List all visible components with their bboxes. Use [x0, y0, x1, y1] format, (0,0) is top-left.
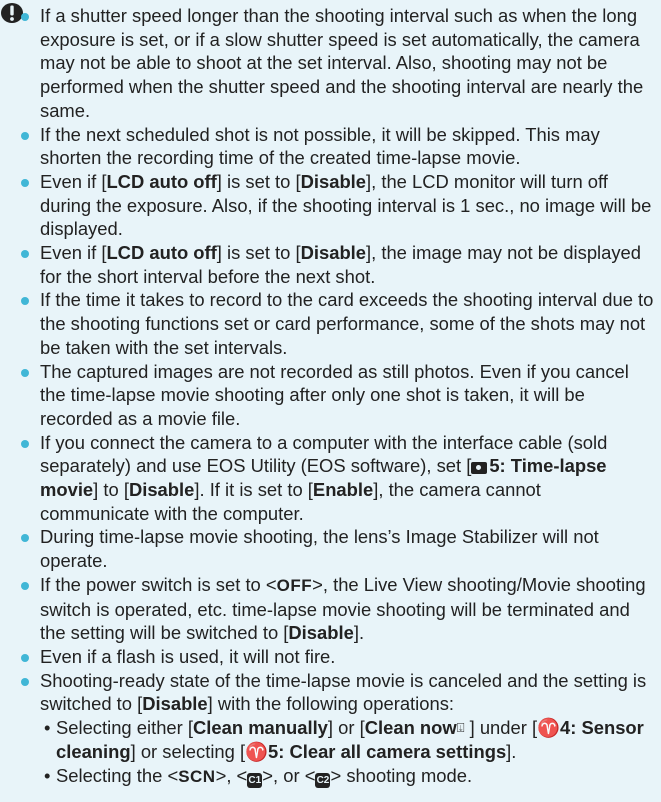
- bullet-dot: [21, 297, 29, 306]
- bullet-dot: [21, 13, 29, 21]
- menu-setting-name: LCD auto off: [106, 170, 217, 192]
- custom-mode-1-icon: C1: [247, 772, 263, 788]
- sub-item: • Selecting either [Clean manually] or [C…: [44, 717, 644, 762]
- sub-bullet: •: [44, 764, 51, 786]
- menu-setting-value: Disable: [142, 693, 208, 715]
- custom-mode-2-icon: C2: [315, 772, 331, 788]
- note-item: Shooting-ready state of the time-lapse m…: [18, 669, 654, 789]
- menu-setting-name: 5: Clear all camera settings: [268, 740, 507, 762]
- bullet-dot: [21, 368, 29, 377]
- note-item: If a shutter speed longer than the shoot…: [18, 4, 654, 123]
- note-item: Even if [LCD auto off] is set to [Disabl…: [18, 241, 654, 288]
- sub-list: • Selecting either [Clean manually] or [C…: [40, 716, 654, 788]
- note-item: If the next scheduled shot is not possib…: [18, 123, 654, 170]
- note-item: If the power switch is set to <OFF>, the…: [18, 573, 654, 645]
- menu-setting-value: Disable: [128, 479, 195, 501]
- sub-bullet: •: [44, 717, 51, 739]
- menu-setting-value: Disable: [300, 242, 367, 264]
- note-item: During time-lapse movie shooting, the le…: [18, 525, 654, 572]
- bullet-dot: [21, 677, 29, 686]
- note-item: Even if a flash is used, it will not fir…: [18, 645, 654, 669]
- bullet-dot: [21, 653, 29, 662]
- power-off-glyph: OFF: [276, 575, 313, 595]
- bullet-dot: [21, 581, 29, 590]
- note-item: The captured images are not recorded as …: [18, 360, 654, 431]
- bullet-dot: [21, 439, 29, 448]
- camera-icon: [471, 462, 488, 475]
- bullet-dot: [21, 250, 29, 259]
- note-item: If you connect the camera to a computer …: [18, 431, 654, 526]
- menu-setting-value: Disable: [300, 170, 367, 192]
- menu-option: Clean now: [364, 717, 457, 739]
- menu-setting-value: Disable: [288, 622, 354, 644]
- wrench-icon: ♈: [245, 740, 268, 762]
- menu-setting-name: LCD auto off: [106, 242, 217, 264]
- bullet-dot: [21, 131, 29, 140]
- wrench-icon: ♈: [537, 717, 560, 739]
- note-item: If the time it takes to record to the ca…: [18, 288, 654, 359]
- menu-setting-value: Enable: [312, 479, 374, 501]
- sub-item: • Selecting the <SCN>, <C1>, or <C2> shoo…: [44, 764, 473, 788]
- menu-option: Clean manually: [193, 717, 328, 739]
- caution-notes-list: If a shutter speed longer than the shoot…: [18, 4, 654, 788]
- trash-icon: ⍗: [456, 720, 465, 736]
- page: If a shutter speed longer than the shoot…: [0, 0, 661, 802]
- scn-mode-glyph: SCN: [178, 766, 216, 786]
- bullet-dot: [21, 178, 29, 187]
- note-item: Even if [LCD auto off] is set to [Disabl…: [18, 170, 654, 241]
- bullet-dot: [21, 534, 29, 543]
